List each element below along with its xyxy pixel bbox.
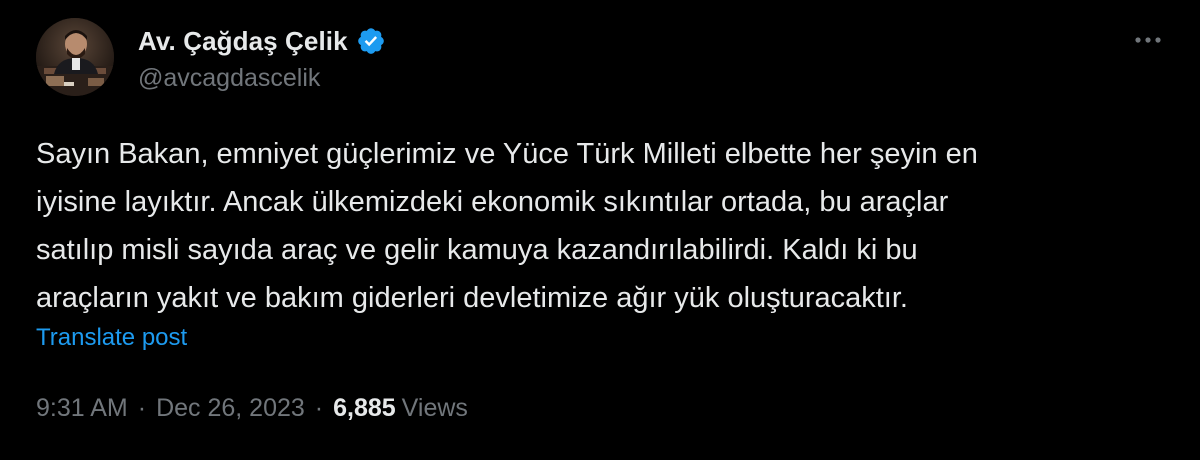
more-horizontal-icon <box>1135 37 1161 43</box>
author-handle[interactable]: @avcagdascelik <box>138 64 320 93</box>
avatar[interactable] <box>36 18 114 96</box>
post-meta: 9:31 AM · Dec 26, 2023 · 6,885 Views <box>36 394 468 423</box>
post-text-line: Sayın Bakan, emniyet güçlerimiz ve Yüce … <box>36 138 978 170</box>
translate-post-link[interactable]: Translate post <box>36 324 187 352</box>
post-text: Sayın Bakan, emniyet güçlerimiz ve Yüce … <box>36 130 1171 322</box>
post-time[interactable]: 9:31 AM <box>36 394 128 423</box>
more-options-button[interactable] <box>1128 22 1168 58</box>
views-count[interactable]: 6,885 <box>333 394 402 423</box>
post-text-line: araçların yakıt ve bakım giderleri devle… <box>36 282 908 314</box>
author-name-row: Av. Çağdaş Çelik <box>138 24 386 58</box>
post-text-line: iyisine layıktır. Ancak ülkemizdeki ekon… <box>36 186 949 218</box>
author-display-name[interactable]: Av. Çağdaş Çelik <box>138 26 348 57</box>
meta-separator: · <box>314 394 324 422</box>
post-card: Av. Çağdaş Çelik @avcagdascelik Sayın Ba… <box>0 0 1200 460</box>
views-label: Views <box>401 394 468 422</box>
profile-photo-icon <box>36 18 114 96</box>
post-date[interactable]: Dec 26, 2023 <box>156 394 305 423</box>
meta-separator: · <box>137 394 147 422</box>
verified-badge-icon[interactable] <box>356 26 386 56</box>
post-text-line: satılıp misli sayıda araç ve gelir kamuy… <box>36 234 918 266</box>
